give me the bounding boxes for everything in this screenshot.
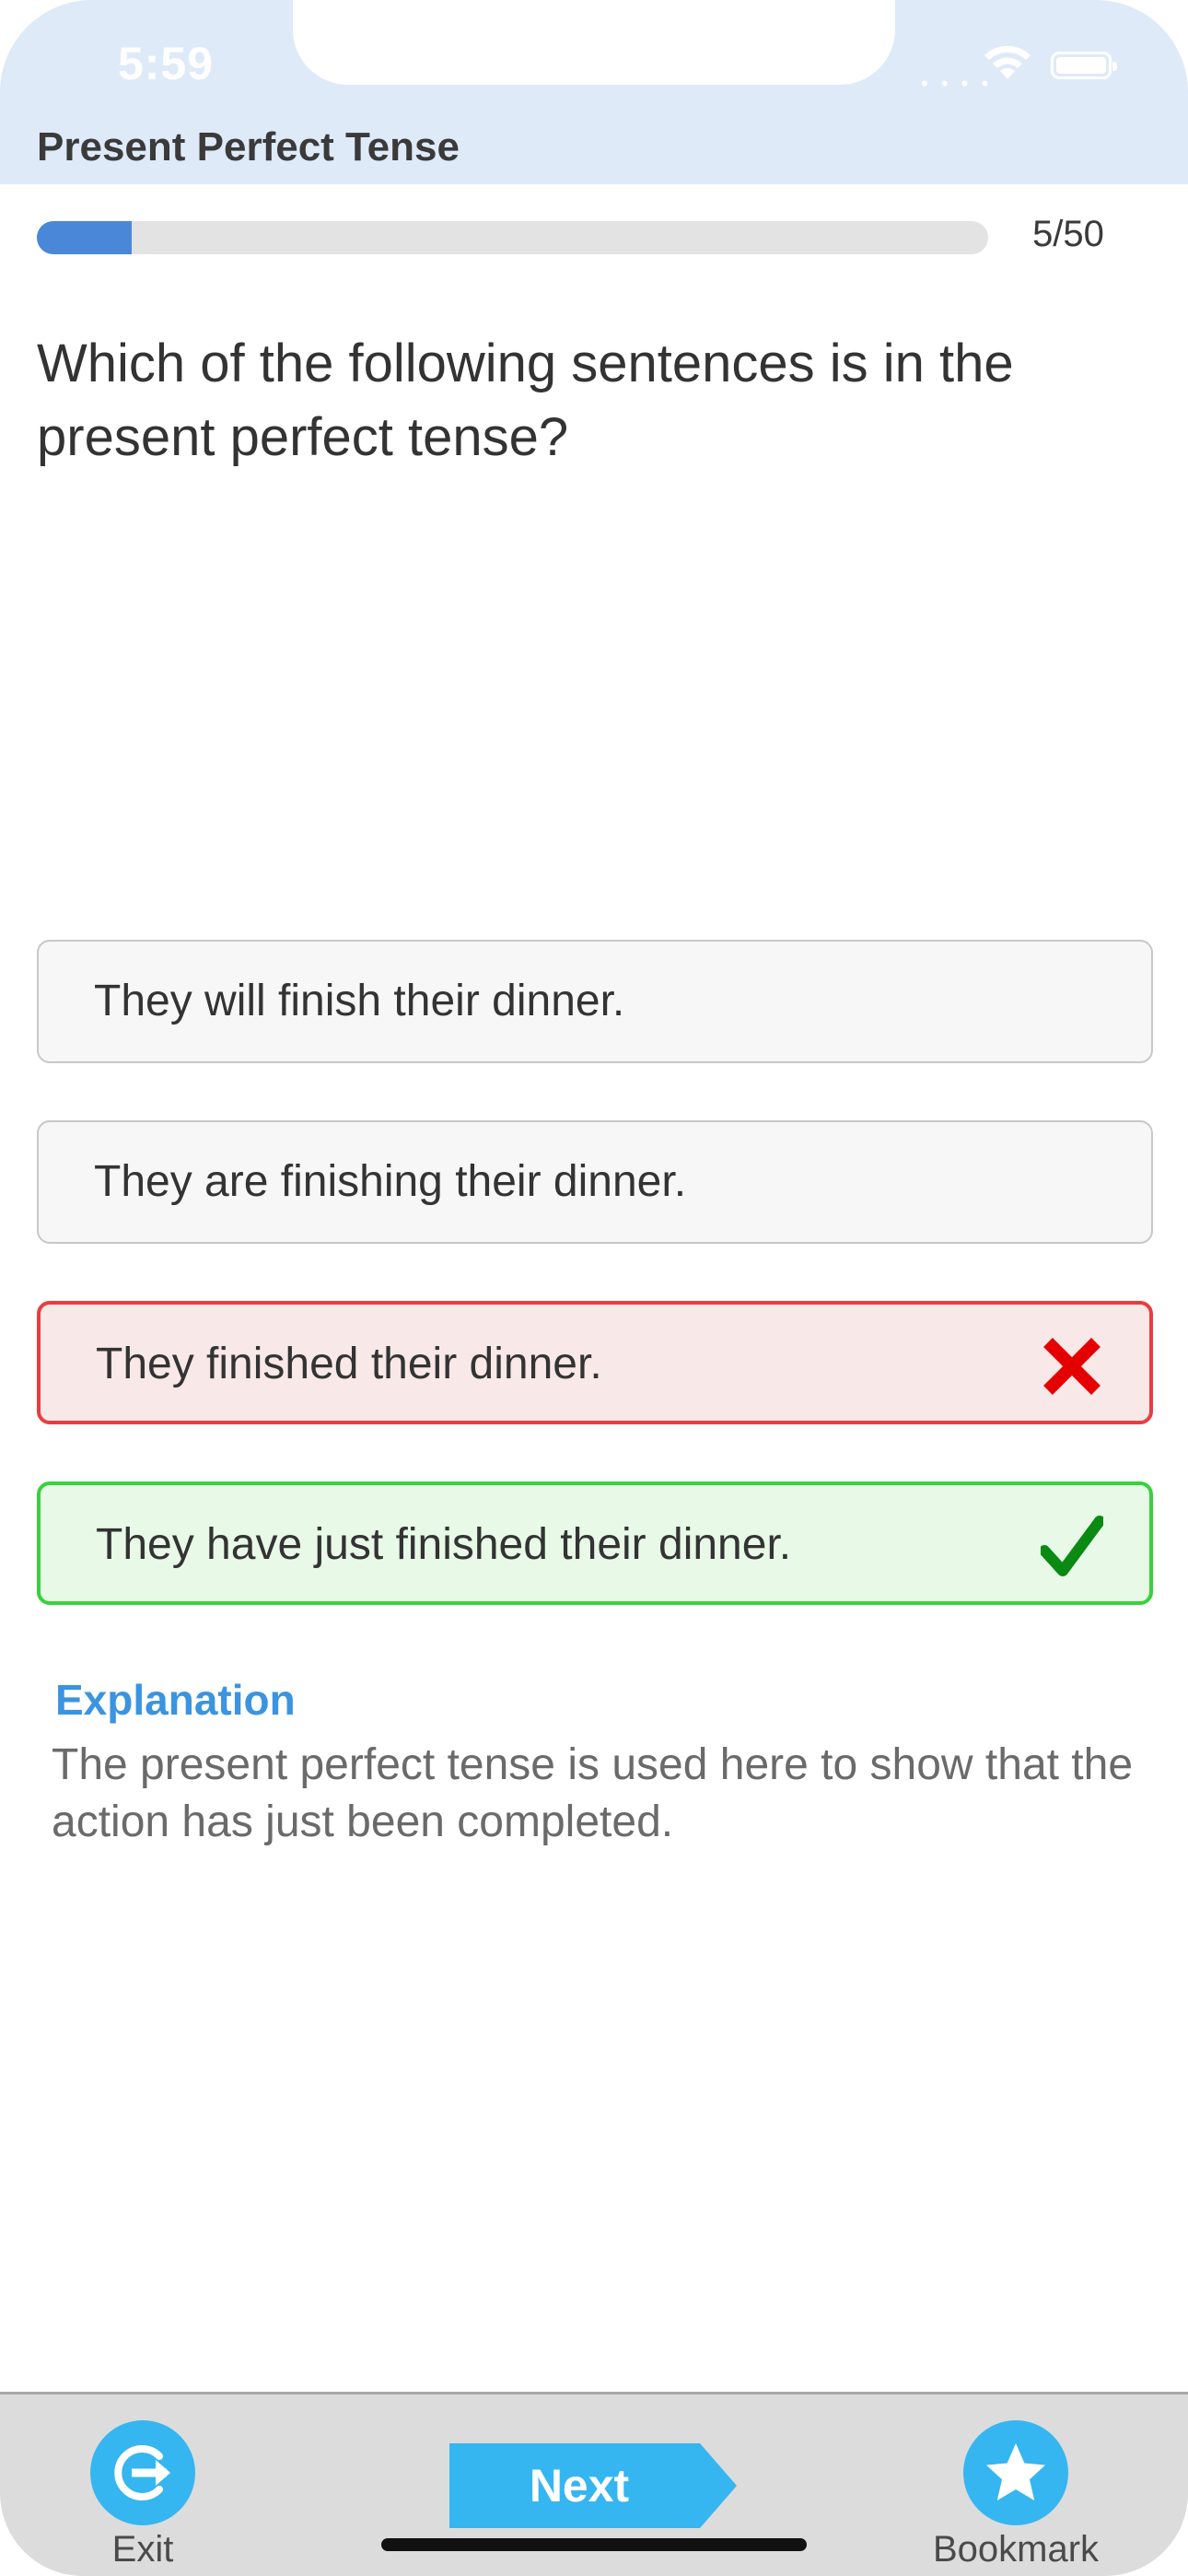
answer-option-label: They have just finished their dinner. bbox=[96, 1520, 792, 1569]
status-time: 5:59 bbox=[117, 38, 215, 89]
answer-option-4[interactable]: They have just finished their dinner. bbox=[37, 1481, 1153, 1605]
bookmark-button[interactable]: Bookmark bbox=[924, 2420, 1108, 2570]
exit-button[interactable]: Exit bbox=[51, 2420, 235, 2570]
answer-option-label: They will finish their dinner. bbox=[94, 977, 625, 1025]
cross-icon bbox=[1043, 1338, 1101, 1395]
explanation-text: The present perfect tense is used here t… bbox=[52, 1740, 1134, 1846]
progress-count: 5/50 bbox=[1032, 214, 1104, 254]
exit-label: Exit bbox=[111, 2529, 174, 2570]
battery-icon bbox=[1051, 52, 1117, 79]
question-text: Which of the following sentences is in t… bbox=[37, 334, 1014, 467]
next-label: Next bbox=[529, 2460, 630, 2512]
exit-icon bbox=[90, 2420, 195, 2525]
next-button[interactable]: Next bbox=[449, 2443, 737, 2528]
answer-option-3[interactable]: They finished their dinner. bbox=[37, 1301, 1153, 1424]
answer-option-label: They finished their dinner. bbox=[96, 1340, 602, 1388]
header: 5:59 • • • • Present Perfect Tense bbox=[0, 0, 1188, 184]
bookmark-label: Bookmark bbox=[932, 2529, 1100, 2570]
answer-option-1[interactable]: They will finish their dinner. bbox=[37, 940, 1153, 1063]
answer-option-2[interactable]: They are finishing their dinner. bbox=[37, 1120, 1153, 1244]
explanation-title: Explanation bbox=[55, 1676, 296, 1724]
answer-option-label: They are finishing their dinner. bbox=[94, 1157, 687, 1206]
wifi-icon bbox=[984, 45, 1031, 79]
progress-bar-fill bbox=[37, 221, 133, 254]
page-title: Present Perfect Tense bbox=[37, 124, 460, 170]
checkmark-icon bbox=[1041, 1516, 1103, 1576]
star-icon bbox=[963, 2420, 1068, 2525]
device-notch bbox=[293, 0, 895, 85]
progress-bar bbox=[37, 221, 988, 254]
home-indicator bbox=[381, 2538, 807, 2551]
